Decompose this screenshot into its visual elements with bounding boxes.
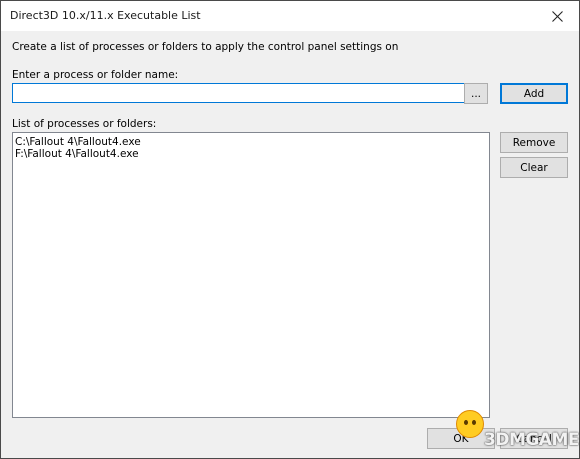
close-button[interactable] bbox=[535, 1, 579, 31]
list-item[interactable]: C:\Fallout 4\Fallout4.exe bbox=[13, 136, 489, 148]
process-listbox[interactable]: C:\Fallout 4\Fallout4.exe F:\Fallout 4\F… bbox=[12, 132, 490, 418]
ok-button[interactable]: OK bbox=[427, 428, 495, 449]
list-item[interactable]: F:\Fallout 4\Fallout4.exe bbox=[13, 148, 489, 160]
add-button[interactable]: Add bbox=[500, 83, 568, 104]
window-title: Direct3D 10.x/11.x Executable List bbox=[10, 9, 201, 22]
dialog-content: Create a list of processes or folders to… bbox=[1, 31, 579, 458]
process-list-label: List of processes or folders: bbox=[12, 118, 157, 130]
remove-button[interactable]: Remove bbox=[500, 132, 568, 153]
title-bar[interactable]: Direct3D 10.x/11.x Executable List bbox=[1, 1, 579, 31]
process-name-input[interactable] bbox=[12, 83, 468, 103]
dialog-window: Direct3D 10.x/11.x Executable List Creat… bbox=[0, 0, 580, 459]
cancel-button[interactable]: Cancel bbox=[500, 428, 568, 449]
browse-button[interactable]: ... bbox=[464, 83, 488, 104]
close-icon bbox=[551, 10, 563, 22]
dialog-description: Create a list of processes or folders to… bbox=[12, 41, 399, 53]
clear-button[interactable]: Clear bbox=[500, 157, 568, 178]
process-input-label: Enter a process or folder name: bbox=[12, 69, 179, 81]
